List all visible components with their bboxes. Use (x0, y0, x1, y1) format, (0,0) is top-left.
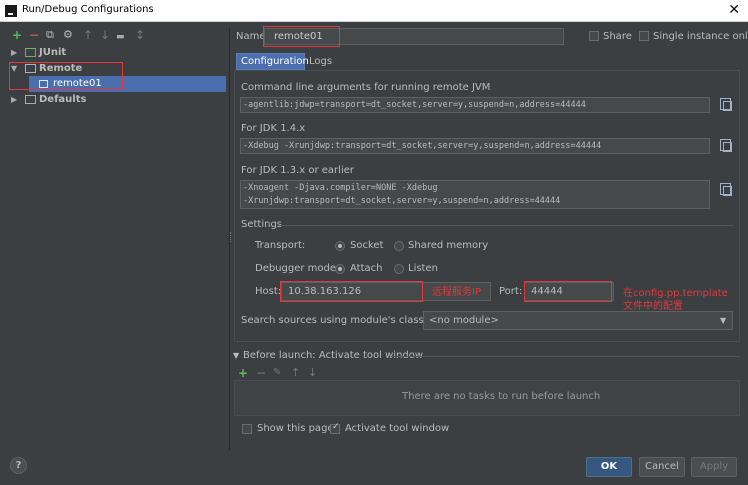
before-launch-add-icon[interactable]: + (238, 366, 248, 380)
host-annotation: 远程服务IP (432, 287, 481, 298)
tree-item-defaults[interactable]: ▶ Defaults (6, 92, 226, 108)
jdk14-title: For JDK 1.4.x (241, 123, 306, 134)
copy-config-icon[interactable]: ⧉ (46, 29, 54, 41)
cmd-args-value: -agentlib:jdwp=transport=dt_socket,serve… (243, 100, 586, 110)
config-tree: ▶ JUnit ▼ Remote remote01 ▶ Defaults (6, 44, 228, 454)
mode-listen-label: Listen (408, 263, 438, 274)
add-config-icon[interactable]: + (12, 29, 22, 41)
activate-tool-window-checkbox[interactable]: ✓ (330, 422, 340, 434)
remote-highlight-box (9, 62, 123, 90)
splitter-grip-icon[interactable] (230, 232, 232, 242)
tab-configuration[interactable]: Configuration (236, 53, 309, 70)
jdk14-value: -Xdebug -Xrunjdwp:transport=dt_socket,se… (243, 141, 602, 151)
show-page-checkbox[interactable] (242, 424, 252, 434)
port-label: Port: (499, 286, 523, 297)
folder-icon[interactable]: ▬ (116, 31, 125, 43)
module-select[interactable]: <no module> ▼ (423, 311, 733, 330)
junit-icon (25, 48, 36, 57)
port-annotation-line2: 文件中的配置 (623, 301, 683, 312)
transport-socket-label: Socket (350, 240, 384, 251)
transport-socket-radio[interactable] (335, 241, 345, 251)
settings-title: Settings (241, 219, 283, 230)
move-up-icon[interactable]: ↑ (83, 29, 93, 41)
tab-label: Configuration (241, 56, 309, 67)
before-launch-divider (391, 356, 740, 357)
before-launch-task-list[interactable]: There are no tasks to run before launch (234, 380, 740, 416)
share-label: Share (603, 31, 632, 42)
mode-attach-label: Attach (350, 263, 383, 274)
empty-tasks-text: There are no tasks to run before launch (402, 391, 601, 402)
before-launch-remove-icon[interactable]: − (256, 366, 266, 380)
dropdown-arrow-icon[interactable]: ▼ (720, 316, 726, 325)
share-checkbox[interactable] (589, 31, 599, 41)
jdk13-field[interactable]: -Xnoagent -Djava.compiler=NONE -Xdebug -… (240, 180, 710, 209)
host-label: Host: (255, 286, 282, 297)
show-page-label: Show this page (257, 423, 334, 434)
debugger-mode-label: Debugger mode: (255, 263, 340, 274)
defaults-icon (25, 95, 36, 104)
intellij-app-icon (5, 5, 17, 17)
module-select-value: <no module> (429, 315, 499, 326)
copy-icon[interactable] (720, 139, 732, 152)
jdk13-value-line2: -Xrunjdwp:transport=dt_socket,server=y,s… (243, 196, 561, 206)
copy-icon[interactable] (720, 183, 732, 196)
jdk14-field[interactable]: -Xdebug -Xrunjdwp:transport=dt_socket,se… (240, 138, 710, 154)
tree-item-label: JUnit (39, 47, 67, 58)
close-window-icon[interactable]: ✕ (728, 2, 740, 18)
before-launch-edit-icon[interactable]: ✎ (273, 367, 281, 378)
mode-listen-radio[interactable] (394, 264, 404, 274)
remove-config-icon[interactable]: − (29, 29, 39, 41)
single-instance-label: Single instance only (653, 31, 748, 42)
title-bar: Run/Debug Configurations ✕ (0, 0, 748, 22)
jdk13-title: For JDK 1.3.x or earlier (241, 165, 354, 176)
single-instance-checkbox[interactable] (639, 31, 649, 41)
tree-item-junit[interactable]: ▶ JUnit (6, 45, 226, 61)
port-highlight-box (524, 281, 612, 302)
cmd-args-field[interactable]: -agentlib:jdwp=transport=dt_socket,serve… (240, 97, 710, 113)
tab-logs[interactable]: Logs (306, 53, 333, 70)
cmd-args-title: Command line arguments for running remot… (241, 82, 491, 93)
sources-label: Search sources using module's classpath: (241, 315, 450, 326)
edit-defaults-icon[interactable]: ⚙ (63, 29, 73, 41)
activate-tool-window-label: Activate tool window (345, 423, 450, 434)
transport-shared-label: Shared memory (408, 240, 489, 251)
tree-item-label: Defaults (39, 94, 87, 105)
jdk13-value-line1: -Xnoagent -Djava.compiler=NONE -Xdebug (243, 183, 438, 193)
ok-button[interactable]: OK (586, 457, 632, 477)
move-down-icon[interactable]: ↓ (100, 29, 110, 41)
transport-label: Transport: (255, 240, 306, 251)
host-highlight-box (280, 281, 423, 302)
sort-icon[interactable]: ↕ (135, 29, 145, 41)
mode-attach-radio[interactable] (335, 264, 345, 274)
tab-label: Logs (309, 56, 333, 67)
apply-button[interactable]: Apply (691, 457, 737, 477)
transport-shared-radio[interactable] (394, 241, 404, 251)
collapse-arrow-icon[interactable]: ▼ (233, 351, 239, 360)
help-button[interactable]: ? (10, 457, 27, 474)
collapsed-arrow-icon[interactable]: ▶ (11, 92, 17, 108)
copy-icon[interactable] (720, 98, 732, 111)
name-highlight-box (263, 26, 340, 47)
window-title: Run/Debug Configurations (22, 4, 154, 15)
cancel-button[interactable]: Cancel (639, 457, 685, 477)
before-launch-down-icon[interactable]: ↓ (308, 366, 317, 379)
before-launch-up-icon[interactable]: ↑ (291, 366, 300, 379)
settings-divider (277, 225, 733, 226)
collapsed-arrow-icon[interactable]: ▶ (11, 45, 17, 61)
